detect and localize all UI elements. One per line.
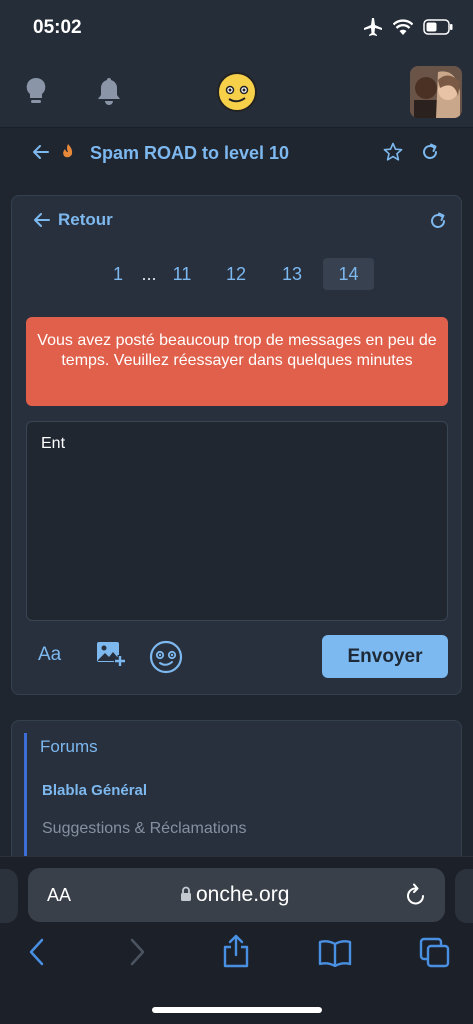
home-logo-button[interactable] bbox=[216, 71, 258, 118]
book-icon[interactable] bbox=[318, 939, 352, 967]
chevron-right-icon[interactable] bbox=[128, 937, 146, 967]
add-image-button[interactable] bbox=[96, 640, 126, 673]
lightbulb-button[interactable] bbox=[24, 76, 48, 111]
pagination: 1 ... 11 12 13 14 bbox=[12, 258, 461, 292]
page-link-active[interactable]: 14 bbox=[323, 258, 374, 290]
browser-toolbar: AA onche.org bbox=[0, 856, 473, 1024]
lock-icon bbox=[181, 886, 191, 901]
status-bar: 05:02 bbox=[0, 0, 473, 56]
retour-label: Retour bbox=[58, 210, 113, 229]
reload-icon[interactable] bbox=[405, 882, 427, 906]
topic-title[interactable]: Spam ROAD to level 10 bbox=[90, 143, 289, 164]
format-button[interactable]: Aa bbox=[38, 644, 61, 666]
page-link[interactable]: 1 bbox=[108, 258, 128, 290]
fire-icon bbox=[63, 144, 73, 158]
topic-bar: Spam ROAD to level 10 bbox=[0, 128, 473, 178]
avatar-photo bbox=[410, 66, 462, 118]
refresh-icon[interactable] bbox=[421, 143, 439, 161]
smiley-icon bbox=[217, 72, 257, 112]
share-icon[interactable] bbox=[222, 933, 250, 969]
page-link[interactable]: 13 bbox=[278, 258, 306, 290]
tabs-icon[interactable] bbox=[419, 937, 451, 969]
star-icon[interactable] bbox=[383, 142, 403, 162]
rate-limit-alert: Vous avez posté beaucoup trop de message… bbox=[26, 317, 448, 406]
chevron-left-icon[interactable] bbox=[28, 937, 46, 967]
message-textarea[interactable]: Ent bbox=[26, 421, 448, 621]
airplane-icon bbox=[364, 18, 382, 36]
page-link[interactable]: 11 bbox=[168, 258, 196, 290]
forums-title: Forums bbox=[40, 737, 98, 756]
home-indicator[interactable] bbox=[152, 1007, 322, 1013]
back-arrow-icon[interactable] bbox=[33, 145, 49, 159]
prev-tab-peek[interactable] bbox=[0, 869, 18, 923]
refresh-icon[interactable] bbox=[429, 212, 447, 230]
forum-item[interactable]: Blabla Général bbox=[42, 782, 147, 799]
emoji-button[interactable] bbox=[149, 640, 183, 679]
status-icons bbox=[363, 18, 453, 36]
lightbulb-icon bbox=[26, 77, 46, 103]
status-time: 05:02 bbox=[33, 17, 82, 38]
page-ellipsis: ... bbox=[141, 264, 157, 284]
emoji-icon bbox=[149, 640, 183, 674]
wifi-icon bbox=[393, 19, 413, 35]
notifications-button[interactable] bbox=[96, 76, 122, 111]
send-button[interactable]: Envoyer bbox=[322, 635, 448, 678]
bell-icon bbox=[98, 78, 120, 105]
battery-icon bbox=[423, 19, 453, 35]
forum-item[interactable]: Suggestions & Réclamations bbox=[42, 820, 247, 838]
image-add-icon bbox=[97, 642, 126, 667]
retour-button[interactable]: Retour bbox=[34, 210, 113, 230]
page-link[interactable]: 12 bbox=[222, 258, 250, 290]
page-settings-button[interactable]: AA bbox=[47, 885, 71, 906]
app-header bbox=[0, 56, 473, 128]
address-bar[interactable]: AA onche.org bbox=[28, 868, 445, 922]
url-text: onche.org bbox=[196, 883, 290, 906]
next-tab-peek[interactable] bbox=[455, 869, 473, 923]
avatar[interactable] bbox=[410, 66, 462, 118]
reply-card: Retour 1 ... 11 12 13 14 Vous avez posté… bbox=[11, 195, 462, 695]
back-arrow-icon bbox=[34, 213, 50, 227]
